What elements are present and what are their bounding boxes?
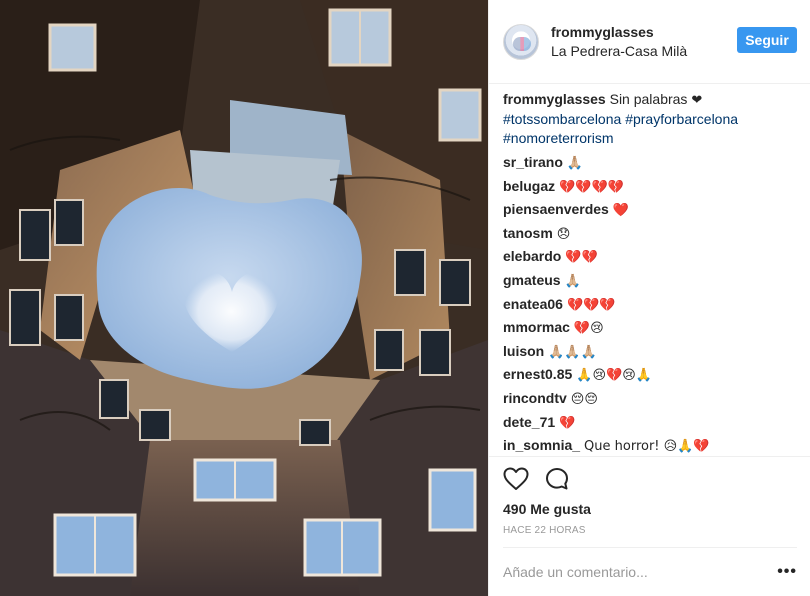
comment-username[interactable]: mmormac <box>503 319 570 335</box>
comment-text: 💔💔💔💔 <box>559 179 624 195</box>
comment-text: 🙏🏼 <box>564 273 581 289</box>
header-username[interactable]: frommyglasses <box>551 23 687 41</box>
comment-username[interactable]: ernest0.85 <box>503 366 572 382</box>
comment-username[interactable]: belugaz <box>503 178 555 194</box>
post-caption: frommyglasses Sin palabras ❤ #totssombar… <box>503 90 797 148</box>
post-timestamp: HACE 22 HORAS <box>503 525 586 536</box>
hashtag-link[interactable]: #prayforbarcelona <box>625 111 738 127</box>
comment-item: ernest0.85 🙏😢💔😢🙏 <box>503 365 797 389</box>
courtyard-heart-sky-image <box>0 0 488 596</box>
comments-list[interactable]: frommyglasses Sin palabras ❤ #totssombar… <box>489 84 810 456</box>
comment-input[interactable] <box>503 563 743 580</box>
comment-username[interactable]: dete_71 <box>503 414 555 430</box>
comment-item: sr_tirano 🙏🏼 <box>503 153 797 177</box>
comment-username[interactable]: rincondtv <box>503 390 567 406</box>
instagram-post: frommyglasses La Pedrera-Casa Milà Segui… <box>0 0 810 596</box>
comment-username[interactable]: sr_tirano <box>503 154 563 170</box>
add-comment-bar: ••• <box>503 547 797 587</box>
comment-item: dete_71 💔 <box>503 413 797 437</box>
header-text: frommyglasses La Pedrera-Casa Milà <box>551 23 687 61</box>
hashtag-link[interactable]: #totssombarcelona <box>503 111 621 127</box>
comment-item: rincondtv 😔😔 <box>503 389 797 413</box>
comment-text: ❤️ <box>612 203 630 219</box>
caption-heart-emoji: ❤ <box>691 93 703 108</box>
comment-text: 💔💔💔 <box>566 297 616 313</box>
action-icons <box>503 465 569 493</box>
comment-item: piensaenverdes ❤️ <box>503 200 797 224</box>
caption-username[interactable]: frommyglasses <box>503 91 606 107</box>
comment-text: Que horror! 😥🙏💔 <box>584 439 710 455</box>
comment-text: 🙏🏼 <box>566 156 584 171</box>
comment-text: 💔 <box>559 415 576 431</box>
comment-item: gmateus 🙏🏼 <box>503 271 797 295</box>
comment-username[interactable]: in_somnia_ <box>503 437 580 453</box>
hashtag-link[interactable]: #nomoreterrorism <box>503 130 613 146</box>
comment-text: 💔😢 <box>573 321 604 337</box>
post-actions: 490 Me gusta HACE 22 HORAS ••• <box>489 456 810 596</box>
comment-item: in_somnia_ Que horror! 😥🙏💔 <box>503 436 797 456</box>
comment-item: luison 🙏🏼🙏🏼🙏🏼 <box>503 342 797 366</box>
speech-bubble-icon[interactable] <box>545 467 569 491</box>
comment-username[interactable]: enatea06 <box>503 296 563 312</box>
follow-button[interactable]: Seguir <box>737 27 797 53</box>
post-side-panel: frommyglasses La Pedrera-Casa Milà Segui… <box>488 0 810 596</box>
caption-text: Sin palabras <box>609 91 688 107</box>
comment-item: tanosm 😞 <box>503 224 797 248</box>
comment-text: 🙏😢💔😢🙏 <box>576 368 652 384</box>
comment-item: enatea06 💔💔💔 <box>503 295 797 319</box>
comment-username[interactable]: tanosm <box>503 225 553 241</box>
heart-outline-icon[interactable] <box>503 467 529 491</box>
comment-text: 😞 <box>556 226 571 242</box>
comment-text: 🙏🏼🙏🏼🙏🏼 <box>548 344 597 360</box>
comment-item: belugaz 💔💔💔💔 <box>503 177 797 201</box>
post-header: frommyglasses La Pedrera-Casa Milà Segui… <box>489 0 810 84</box>
comment-item: mmormac 💔😢 <box>503 318 797 342</box>
header-location[interactable]: La Pedrera-Casa Milà <box>551 41 687 61</box>
comment-item: elebardo 💔💔 <box>503 247 797 271</box>
comment-username[interactable]: luison <box>503 343 544 359</box>
likes-count[interactable]: 490 Me gusta <box>503 500 591 518</box>
post-photo[interactable] <box>0 0 488 596</box>
avatar[interactable] <box>503 23 539 60</box>
comment-text: 😔😔 <box>570 391 598 407</box>
comment-username[interactable]: piensaenverdes <box>503 201 609 217</box>
more-options-icon[interactable]: ••• <box>777 563 797 579</box>
comment-username[interactable]: gmateus <box>503 272 561 288</box>
comment-text: 💔💔 <box>565 250 598 266</box>
comment-username[interactable]: elebardo <box>503 248 561 264</box>
